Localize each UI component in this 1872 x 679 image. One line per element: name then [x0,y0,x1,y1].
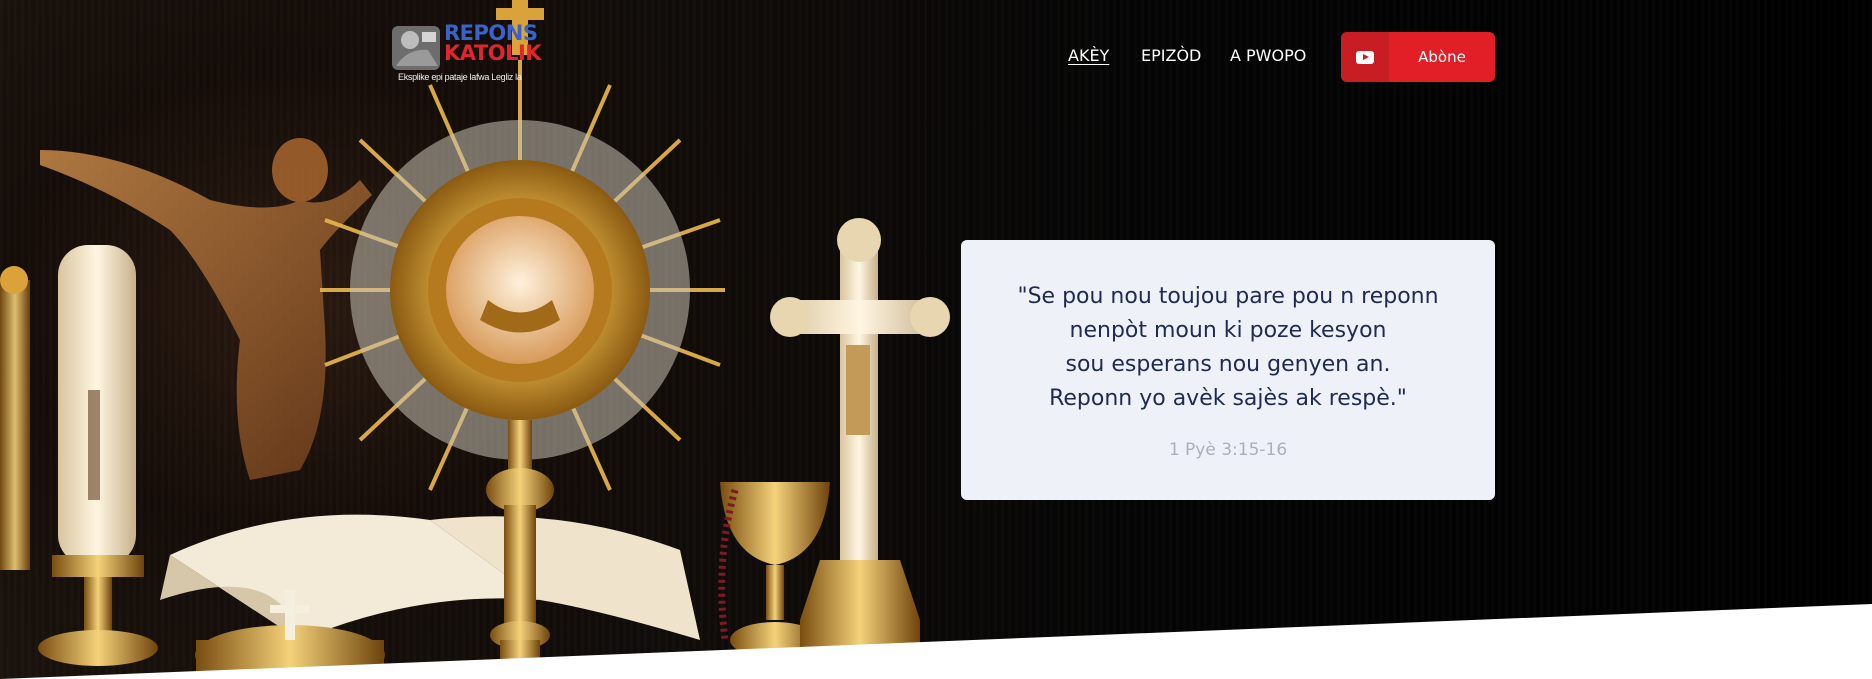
quote-line: Reponn yo avèk sajès ak respè." [1049,386,1407,411]
standing-cross [770,218,950,679]
quote-reference: 1 Pyè 3:15-16 [1168,440,1288,460]
quote-text: "Se pou nou toujou pare pou n reponn nen… [961,280,1495,416]
youtube-icon [1356,50,1374,64]
main-nav: AKÈY EPIZÒD A PWOPO [0,46,1872,68]
bible [160,514,700,640]
nav-item-episodes[interactable]: EPIZÒD [1141,46,1201,65]
candle-left [38,245,158,666]
subscribe-button[interactable]: Abòne [1341,32,1495,82]
quote-line: sou esperans nou genyen an. [1065,352,1391,377]
nav-item-about[interactable]: A PWOPO [1230,46,1306,65]
quote-line: nenpòt moun ki poze kesyon [1069,318,1387,343]
quote-line: "Se pou nou toujou pare pou n reponn [1017,284,1439,309]
hero-image [0,0,950,679]
nav-item-home[interactable]: AKÈY [1068,46,1109,65]
hero-section: REPONS KATOLIK Eksplike epi pataje lafwa… [0,0,1872,679]
logo-tagline: Eksplike epi pataje lafwa Legliz la [398,72,522,82]
ornament-far-left [0,266,30,570]
subscribe-icon-box [1341,32,1389,82]
subscribe-button-label: Abòne [1418,48,1466,66]
quote-card: "Se pou nou toujou pare pou n reponn nen… [961,240,1495,500]
